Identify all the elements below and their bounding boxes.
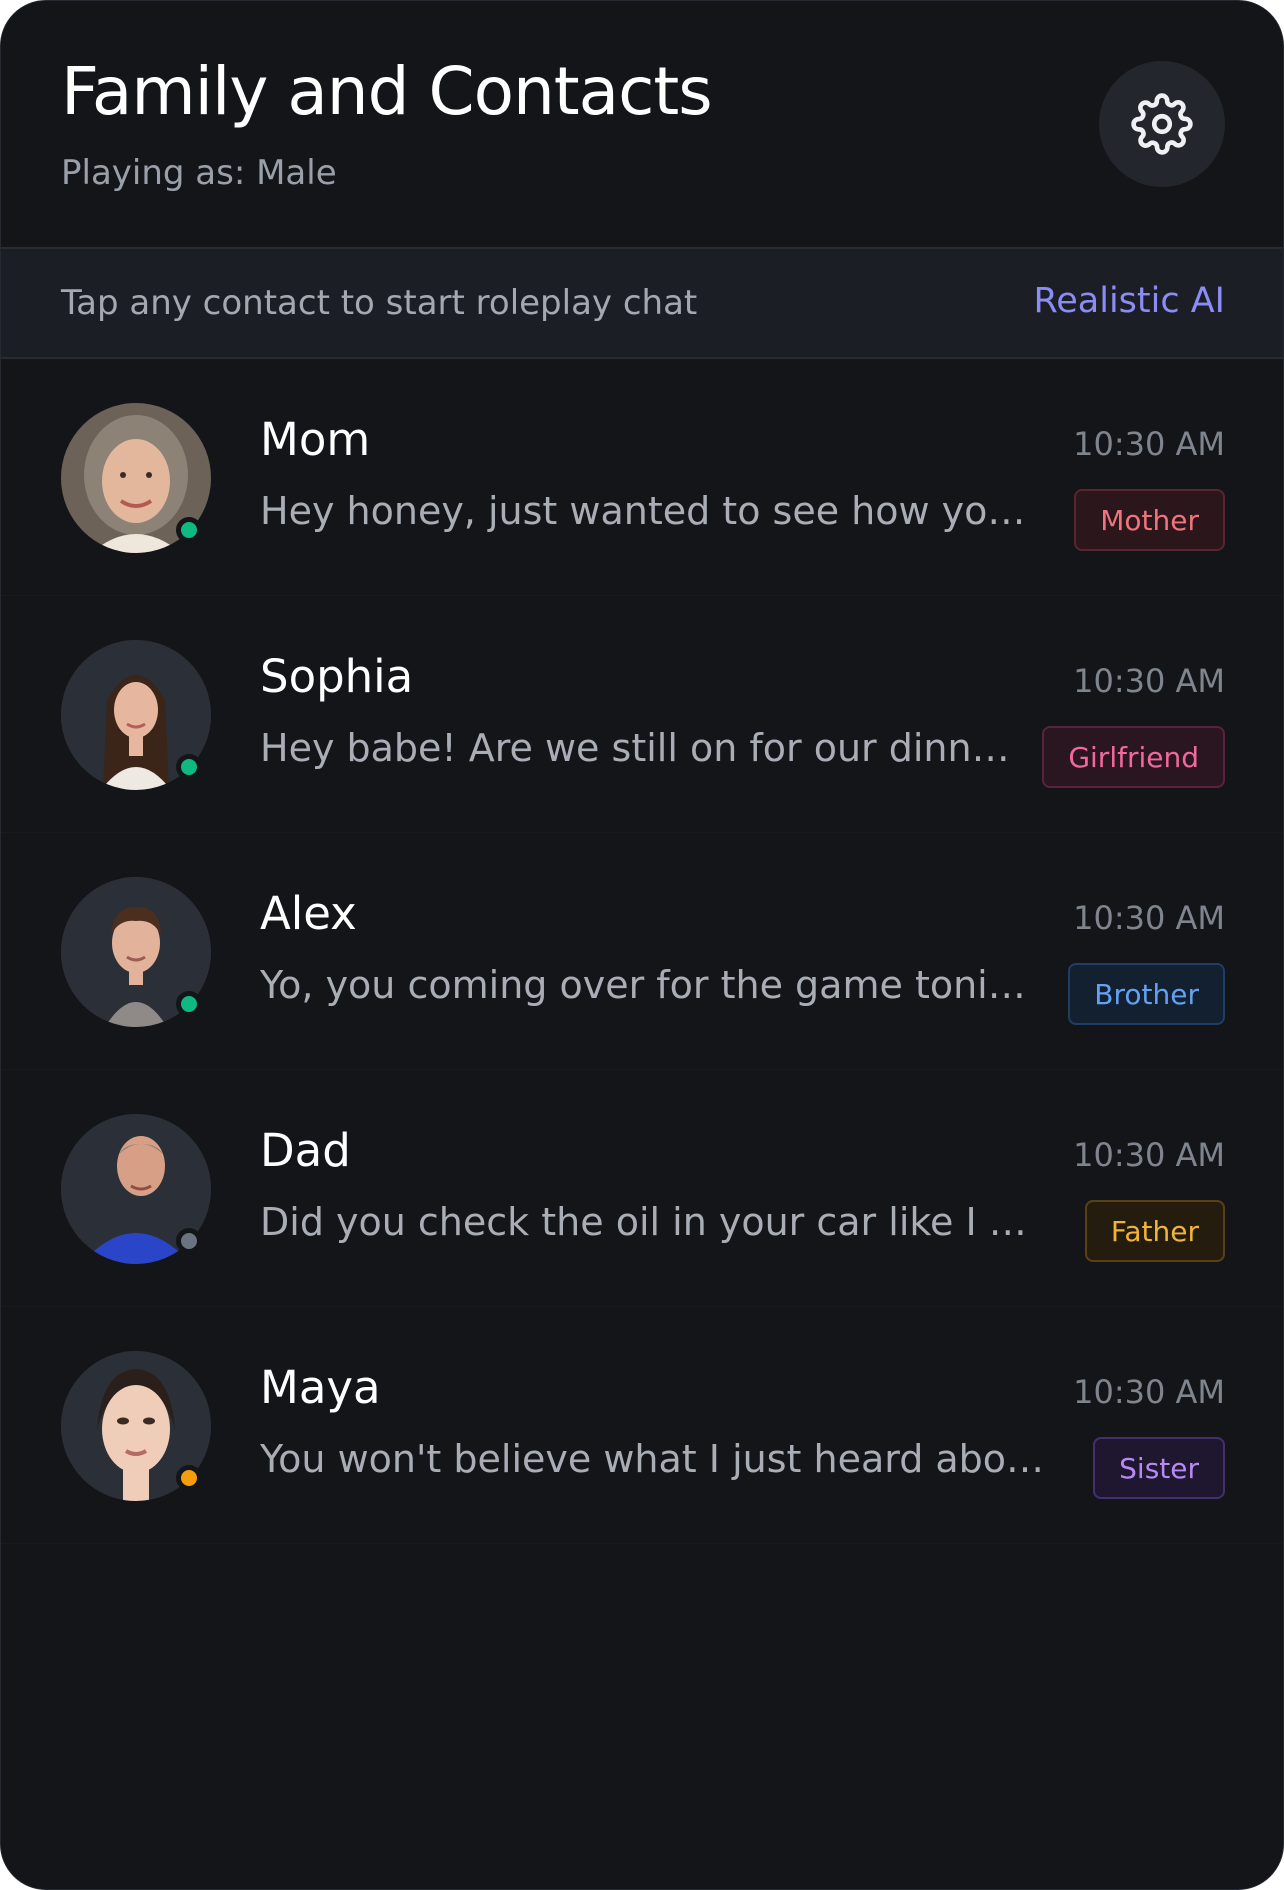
relation-badge: Brother xyxy=(1068,963,1225,1025)
gear-icon xyxy=(1131,93,1193,155)
online-status-dot xyxy=(176,754,202,780)
contact-item-alex[interactable]: Alex 10:30 AM Yo, you coming over for th… xyxy=(1,833,1283,1070)
contact-item-mom[interactable]: Mom 10:30 AM Hey honey, just wanted to s… xyxy=(1,359,1283,596)
message-preview: Yo, you coming over for the game tonight… xyxy=(260,963,1045,1007)
message-time: 10:30 AM xyxy=(1073,425,1225,463)
online-status-dot xyxy=(176,517,202,543)
playing-as-label: Playing as: Male xyxy=(61,153,337,193)
offline-status-dot xyxy=(176,1228,202,1254)
relation-badge: Father xyxy=(1084,1200,1225,1262)
app-window: Family and Contacts Playing as: Male Tap… xyxy=(0,0,1284,1890)
online-status-dot xyxy=(176,991,202,1017)
contact-name: Mom xyxy=(260,413,371,466)
message-preview: You won't believe what I just heard abou… xyxy=(260,1437,1045,1481)
realistic-ai-label: Realistic AI xyxy=(1033,281,1226,321)
contact-name: Alex xyxy=(260,887,357,940)
message-time: 10:30 AM xyxy=(1073,662,1225,700)
relation-badge: Mother xyxy=(1074,489,1225,551)
page-title: Family and Contacts xyxy=(61,53,713,130)
contact-name: Maya xyxy=(260,1361,381,1414)
info-banner: Tap any contact to start roleplay chat R… xyxy=(1,247,1283,359)
header: Family and Contacts Playing as: Male xyxy=(1,1,1283,247)
contact-item-maya[interactable]: Maya 10:30 AM You won't believe what I j… xyxy=(1,1307,1283,1544)
message-preview: Did you check the oil in your car like I… xyxy=(260,1200,1045,1244)
message-preview: Hey honey, just wanted to see how your d… xyxy=(260,489,1045,533)
relation-badge: Girlfriend xyxy=(1042,726,1225,788)
settings-button[interactable] xyxy=(1099,61,1225,187)
contact-name: Sophia xyxy=(260,650,414,703)
away-status-dot xyxy=(176,1465,202,1491)
message-preview: Hey babe! Are we still on for our dinner… xyxy=(260,726,1015,770)
contact-item-sophia[interactable]: Sophia 10:30 AM Hey babe! Are we still o… xyxy=(1,596,1283,833)
relation-badge: Sister xyxy=(1093,1437,1225,1499)
message-time: 10:30 AM xyxy=(1073,1136,1225,1174)
message-time: 10:30 AM xyxy=(1073,1373,1225,1411)
message-time: 10:30 AM xyxy=(1073,899,1225,937)
banner-instruction: Tap any contact to start roleplay chat xyxy=(61,283,698,323)
contact-name: Dad xyxy=(260,1124,351,1177)
contact-item-dad[interactable]: Dad 10:30 AM Did you check the oil in yo… xyxy=(1,1070,1283,1307)
